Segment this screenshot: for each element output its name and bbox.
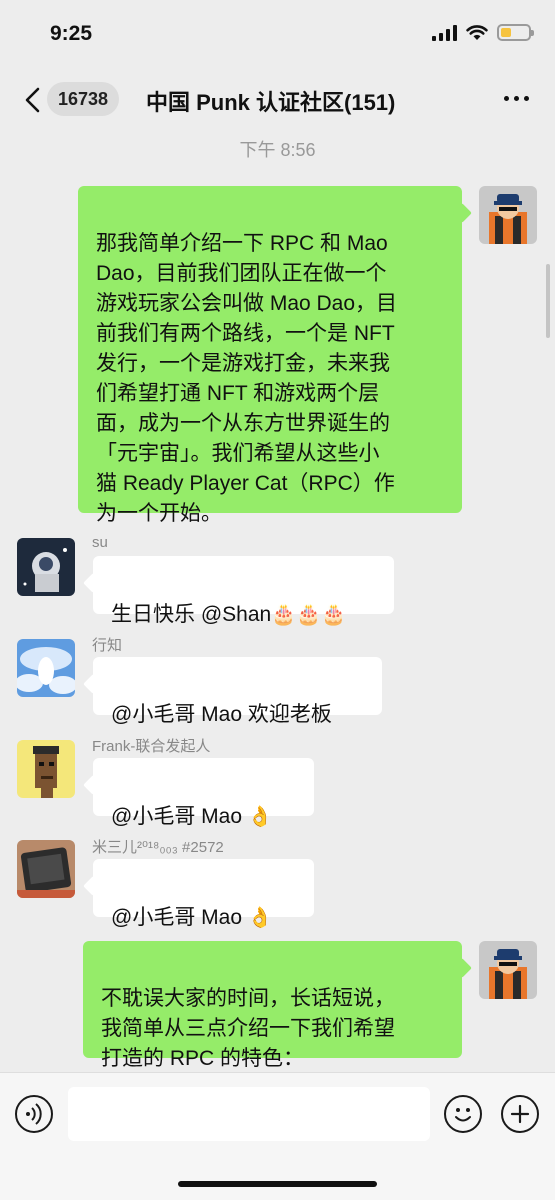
message-text: 不耽误大家的时间，长话短说， 我简单从三点介绍一下我们希望 打造的 RPC 的特… <box>101 987 395 1070</box>
cake-emoji-icon: 🎂🎂🎂 <box>271 602 346 626</box>
avatar-su[interactable] <box>17 538 75 596</box>
sender-name: su <box>92 534 108 551</box>
message-text: 生日快乐 @Shan <box>111 603 272 626</box>
battery-icon <box>497 24 534 41</box>
home-indicator[interactable] <box>178 1181 377 1187</box>
ok-hand-emoji-icon: 👌 <box>247 804 273 828</box>
scrollbar[interactable] <box>546 264 550 338</box>
chat-header: 16738 中国 Punk 认证社区(151) <box>0 70 555 128</box>
message-text: @小毛哥 Mao <box>111 805 243 828</box>
sender-name: 行知 <box>92 637 123 654</box>
avatar-misaner[interactable] <box>17 840 75 898</box>
more-icon[interactable] <box>504 96 529 101</box>
avatar-frank[interactable] <box>17 740 75 798</box>
signal-icon <box>432 24 457 41</box>
message-text: @小毛哥 Mao 欢迎老板 <box>111 703 332 726</box>
outgoing-message-bubble[interactable]: 不耽误大家的时间，长话短说， 我简单从三点介绍一下我们希望 打造的 RPC 的特… <box>83 941 462 1070</box>
ok-hand-emoji-icon: 👌 <box>247 905 273 929</box>
chat-title: 中国 Punk 认证社区(151) <box>146 90 396 115</box>
message-text: @小毛哥 Mao <box>111 906 243 929</box>
message-timestamp: 下午 8:56 <box>239 140 316 160</box>
outgoing-message-bubble[interactable]: 那我简单介绍一下 RPC 和 Mao Dao，目前我们团队正在做一个 游戏玩家公… <box>78 186 462 525</box>
incoming-message-bubble[interactable]: 生日快乐 @Shan🎂🎂🎂 <box>93 556 394 626</box>
emoji-icon[interactable] <box>444 1095 482 1133</box>
my-avatar[interactable] <box>479 941 537 999</box>
message-input[interactable] <box>68 1087 430 1141</box>
wifi-icon <box>466 24 488 40</box>
status-time: 9:25 <box>50 22 93 45</box>
plus-icon[interactable] <box>501 1095 539 1133</box>
avatar-xingzhi[interactable] <box>17 639 75 697</box>
back-arrow-icon[interactable] <box>22 86 46 114</box>
status-bar: 9:25 <box>0 0 555 70</box>
unread-count-badge[interactable]: 16738 <box>47 82 120 116</box>
sender-name: Frank-联合发起人 <box>92 738 211 755</box>
voice-icon[interactable] <box>15 1095 53 1133</box>
incoming-message-bubble[interactable]: @小毛哥 Mao 👌 <box>93 859 314 929</box>
message-text: 那我简单介绍一下 RPC 和 Mao Dao，目前我们团队正在做一个 游戏玩家公… <box>96 232 398 525</box>
incoming-message-bubble[interactable]: @小毛哥 Mao 欢迎老板 <box>93 657 382 726</box>
incoming-message-bubble[interactable]: @小毛哥 Mao 👌 <box>93 758 314 828</box>
my-avatar[interactable] <box>479 186 537 244</box>
status-icons <box>432 24 534 41</box>
sender-name: 米三儿²⁰¹⁸₀₀₃ #2572 <box>92 839 224 856</box>
